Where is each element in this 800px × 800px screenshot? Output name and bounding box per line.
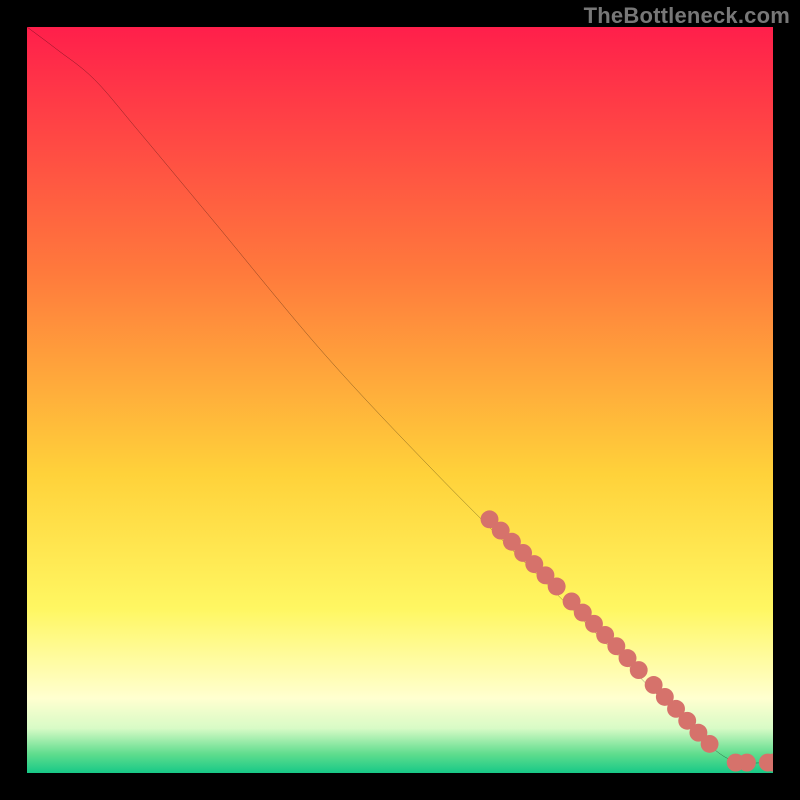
data-marker (738, 754, 756, 772)
chart-svg (27, 27, 773, 773)
chart-background (27, 27, 773, 773)
watermark-text: TheBottleneck.com (584, 3, 790, 29)
data-marker (701, 735, 719, 753)
chart-frame: TheBottleneck.com (0, 0, 800, 800)
chart-plot-area (27, 27, 773, 773)
data-marker (630, 661, 648, 679)
data-marker (548, 578, 566, 596)
